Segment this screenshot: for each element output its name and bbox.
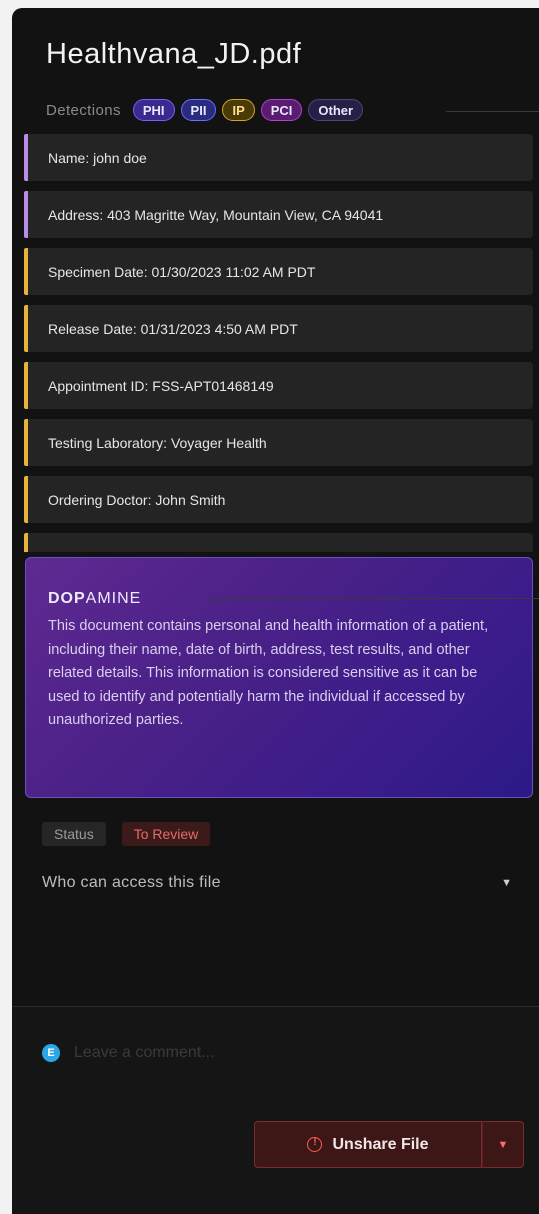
category-marker bbox=[24, 419, 28, 466]
status-row: Status To Review bbox=[42, 822, 211, 846]
ai-summary-card: DOPAMINE This document contains personal… bbox=[25, 557, 533, 798]
detection-item[interactable]: Specimen Date: 01/30/2023 11:02 AM PDT bbox=[24, 248, 533, 295]
detection-text: Testing Laboratory: Voyager Health bbox=[48, 434, 267, 451]
detections-row: Detections PHI PII IP PCI Other bbox=[46, 98, 364, 122]
chevron-down-icon[interactable]: ▼ bbox=[501, 877, 512, 889]
category-marker bbox=[24, 134, 28, 181]
detection-item[interactable]: Name: john doe bbox=[24, 134, 533, 181]
detection-text: Name: john doe bbox=[48, 149, 147, 166]
category-marker bbox=[24, 362, 28, 409]
file-detail-panel: Healthvana_JD.pdf Detections PHI PII IP … bbox=[12, 8, 539, 1214]
status-label: Status bbox=[42, 822, 106, 846]
comment-row: E bbox=[42, 1044, 374, 1062]
detection-text: Ordering Doctor: John Smith bbox=[48, 491, 226, 508]
unshare-button-group: Unshare File ▼ bbox=[254, 1121, 524, 1168]
summary-text: This document contains personal and heal… bbox=[48, 618, 489, 728]
status-badge[interactable]: To Review bbox=[121, 822, 211, 846]
category-marker bbox=[24, 533, 28, 552]
detection-text: Release Date: 01/31/2023 4:50 AM PDT bbox=[48, 320, 298, 337]
detection-item[interactable]: Address: 403 Magritte Way, Mountain View… bbox=[24, 191, 533, 238]
comment-input[interactable] bbox=[74, 1044, 374, 1062]
chip-phi[interactable]: PHI bbox=[132, 99, 175, 121]
chip-other[interactable]: Other bbox=[308, 99, 364, 121]
detection-item[interactable]: Testing Laboratory: Voyager Health bbox=[24, 419, 533, 466]
detection-item[interactable]: Release Date: 01/31/2023 4:50 AM PDT bbox=[24, 305, 533, 352]
shield-alert-icon bbox=[307, 1137, 323, 1152]
detection-item[interactable]: Appointment ID: FSS-APT01468149 bbox=[24, 362, 533, 409]
category-marker bbox=[24, 248, 28, 295]
unshare-label: Unshare File bbox=[332, 1135, 429, 1153]
chip-ip[interactable]: IP bbox=[222, 99, 255, 121]
chevron-down-icon: ▼ bbox=[497, 1138, 509, 1151]
detection-list: Name: john doe Address: 403 Magritte Way… bbox=[24, 134, 533, 552]
connector-line bbox=[446, 111, 539, 112]
brand-logo: DOPAMINE bbox=[48, 590, 142, 607]
access-label: Who can access this file bbox=[42, 874, 221, 891]
unshare-dropdown-button[interactable]: ▼ bbox=[482, 1121, 524, 1168]
connector-line bbox=[210, 598, 539, 599]
access-accordion[interactable]: Who can access this file ▼ bbox=[42, 874, 512, 892]
detection-text: Specimen Date: 01/30/2023 11:02 AM PDT bbox=[48, 263, 316, 280]
chip-pci[interactable]: PCI bbox=[260, 99, 303, 121]
category-marker bbox=[24, 476, 28, 523]
comment-area bbox=[12, 1007, 539, 1214]
detection-text: Address: 403 Magritte Way, Mountain View… bbox=[48, 206, 384, 223]
avatar: E bbox=[42, 1044, 60, 1062]
detection-item[interactable]: Ordering Doctor: John Smith bbox=[24, 476, 533, 523]
chip-pii[interactable]: PII bbox=[180, 99, 217, 121]
file-title: Healthvana_JD.pdf bbox=[46, 38, 302, 70]
detection-text: Appointment ID: FSS-APT01468149 bbox=[48, 377, 274, 394]
detection-item[interactable] bbox=[24, 533, 533, 552]
category-marker bbox=[24, 305, 28, 352]
unshare-file-button[interactable]: Unshare File bbox=[254, 1121, 482, 1168]
detections-label: Detections bbox=[46, 101, 121, 119]
category-marker bbox=[24, 191, 28, 238]
